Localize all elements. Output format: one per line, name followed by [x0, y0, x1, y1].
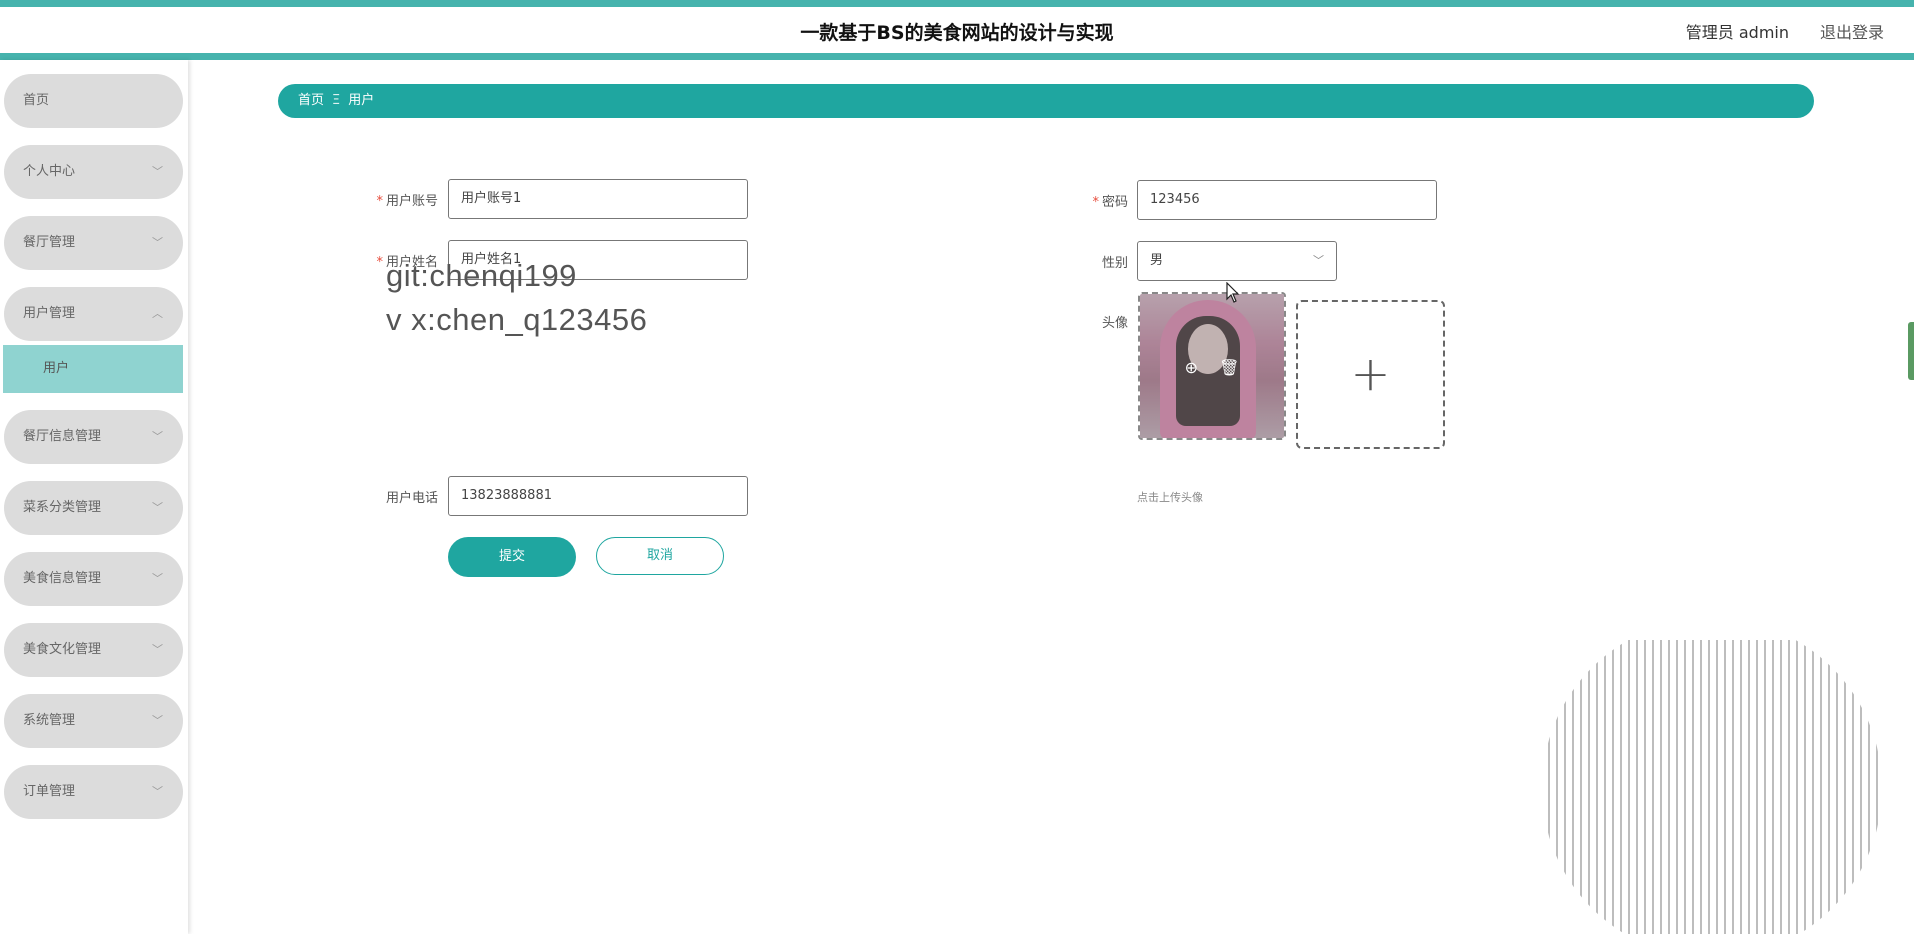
avatar-upload-button[interactable]: + — [1296, 300, 1445, 449]
sidebar-item-restaurant-management[interactable]: 餐厅管理 ﹀ — [4, 216, 183, 270]
chevron-down-icon: ﹀ — [152, 430, 163, 443]
chevron-down-icon: ﹀ — [152, 643, 163, 656]
breadcrumb-home[interactable]: 首页 — [298, 93, 324, 108]
sidebar: 首页 个人中心 ﹀ 餐厅管理 ﹀ 用户管理 ︿ 用户 餐厅信息管理 ﹀ 菜系分类管理 ﹀ … — [0, 60, 188, 934]
watermark-line-2: v x:chen_q123456 — [386, 302, 648, 337]
avatar-label: 头像 — [1101, 316, 1128, 331]
top-header: 一款基于BS的美食网站的设计与实现 管理员 admin 退出登录 — [0, 0, 1914, 60]
phone-input[interactable]: 13823888881 — [448, 476, 748, 516]
plus-icon: + — [1350, 346, 1391, 402]
app-title: 一款基于BS的美食网站的设计与实现 — [800, 22, 1114, 44]
account-label-text: 用户账号 — [385, 194, 438, 209]
sidebar-item-label: 个人中心 — [23, 164, 76, 179]
trash-icon[interactable]: 🗑 — [1219, 358, 1239, 377]
sidebar-item-order-management[interactable]: 订单管理 ﹀ — [4, 765, 183, 819]
password-label-text: 密码 — [1101, 195, 1128, 210]
gender-label: 性别 — [1101, 256, 1128, 271]
chevron-down-icon: ﹀ — [152, 785, 163, 798]
breadcrumb-separator-icon: Ξ — [332, 93, 341, 108]
sidebar-item-label: 餐厅管理 — [23, 235, 76, 250]
sidebar-item-cuisine-category[interactable]: 菜系分类管理 ﹀ — [4, 481, 183, 535]
chevron-down-icon: ﹀ — [152, 165, 163, 178]
sidebar-item-home[interactable]: 首页 — [4, 74, 183, 128]
required-mark: * — [376, 255, 383, 270]
chevron-up-icon: ︿ — [152, 307, 163, 320]
sidebar-item-system-management[interactable]: 系统管理 ﹀ — [4, 694, 183, 748]
breadcrumb-current: 用户 — [348, 93, 375, 108]
sidebar-item-label: 菜系分类管理 — [23, 500, 102, 515]
sidebar-item-label: 系统管理 — [23, 713, 76, 728]
required-mark: * — [376, 194, 383, 209]
avatar-preview: ⊕ 🗑 — [1138, 292, 1286, 440]
sidebar-item-user-management[interactable]: 用户管理 ︿ — [4, 287, 183, 341]
chevron-down-icon: ﹀ — [152, 714, 163, 727]
right-edge-scroll-handle[interactable] — [1908, 322, 1914, 380]
breadcrumb: 首页 Ξ 用户 — [278, 84, 1814, 118]
account-input[interactable]: 用户账号1 — [448, 179, 748, 219]
password-input[interactable]: 123456 — [1137, 180, 1437, 220]
striped-circle-graphic — [1542, 640, 1880, 934]
sidebar-item-label: 美食文化管理 — [23, 642, 102, 657]
chevron-down-icon: ﹀ — [1313, 254, 1324, 267]
zoom-in-icon[interactable]: ⊕ — [1185, 358, 1198, 377]
sidebar-item-food-culture[interactable]: 美食文化管理 ﹀ — [4, 623, 183, 677]
sidebar-subitem-user[interactable]: 用户 — [3, 345, 183, 393]
sidebar-item-label: 用户管理 — [23, 306, 76, 321]
phone-label: 用户电话 — [385, 491, 438, 506]
sidebar-item-restaurant-info[interactable]: 餐厅信息管理 ﹀ — [4, 410, 183, 464]
cancel-button[interactable]: 取消 — [596, 537, 724, 575]
logout-link[interactable]: 退出登录 — [1820, 19, 1884, 43]
current-user: 管理员 admin — [1685, 23, 1789, 42]
sidebar-item-label: 美食信息管理 — [23, 571, 102, 586]
chevron-down-icon: ﹀ — [152, 501, 163, 514]
sidebar-item-label: 餐厅信息管理 — [23, 429, 102, 444]
required-mark: * — [1092, 195, 1099, 210]
avatar-actions: ⊕ 🗑 — [1140, 358, 1284, 377]
chevron-down-icon: ﹀ — [152, 572, 163, 585]
gender-select-value: 男 — [1150, 253, 1164, 268]
submit-button[interactable]: 提交 — [448, 537, 576, 577]
decorative-striped-circle — [1540, 640, 1880, 934]
sidebar-item-label: 首页 — [23, 93, 50, 108]
chevron-down-icon: ﹀ — [152, 236, 163, 249]
password-label: * 密码 — [1028, 191, 1128, 210]
sidebar-item-personal-center[interactable]: 个人中心 ﹀ — [4, 145, 183, 199]
gender-select[interactable]: 男 ﹀ — [1137, 241, 1337, 281]
sidebar-item-label: 订单管理 — [23, 784, 76, 799]
account-label: * 用户账号 — [338, 190, 438, 209]
watermark-line-1: git:chenqi199 — [386, 258, 577, 293]
upload-tip: 点击上传头像 — [1137, 491, 1203, 504]
sidebar-item-food-info[interactable]: 美食信息管理 ﹀ — [4, 552, 183, 606]
